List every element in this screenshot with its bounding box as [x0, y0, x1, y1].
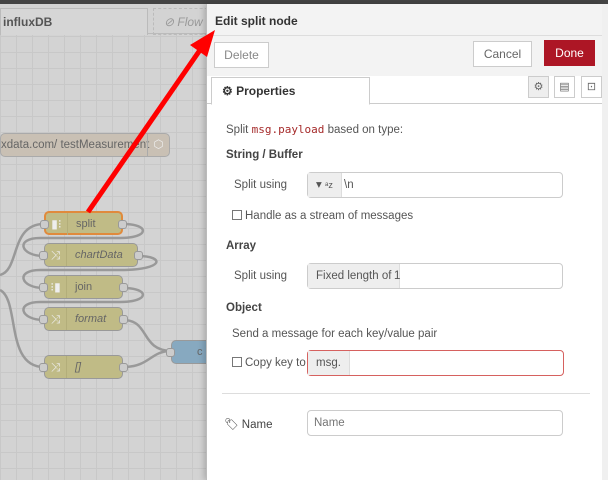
arrow-shaft	[85, 48, 203, 214]
annotation-arrow	[85, 30, 215, 214]
arrow-head	[190, 30, 215, 57]
